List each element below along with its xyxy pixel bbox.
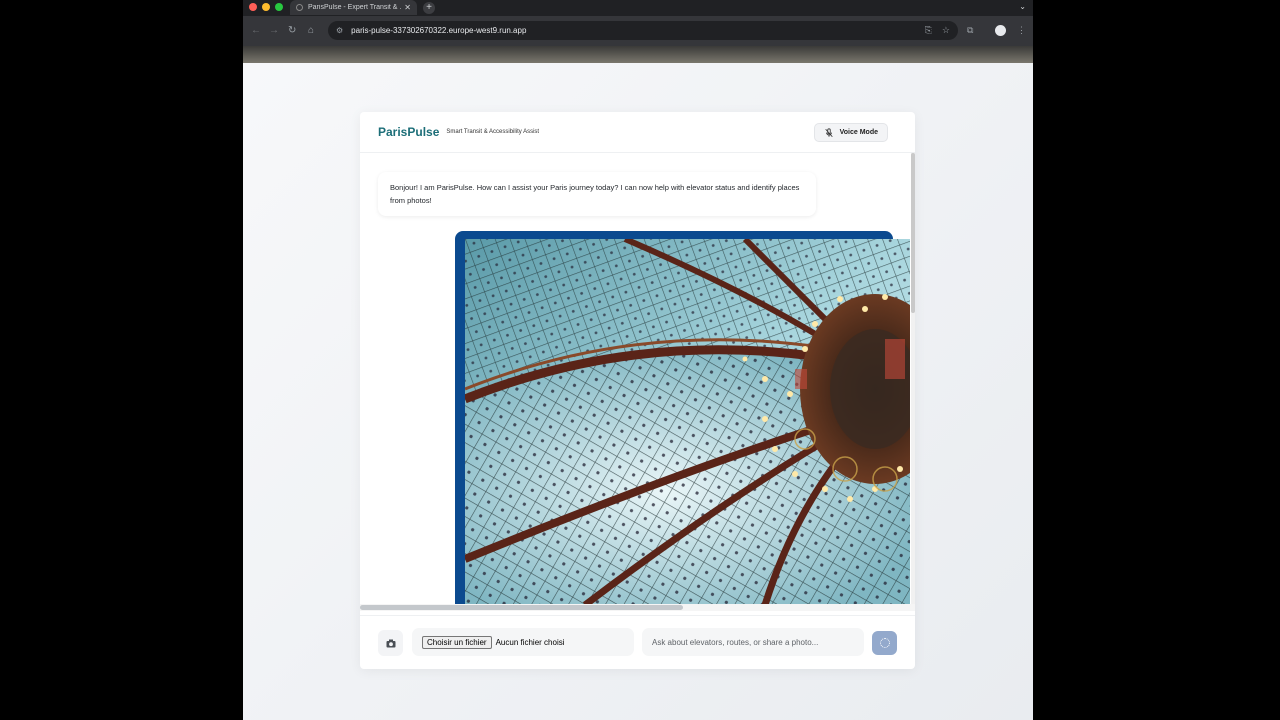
home-icon[interactable]: ⌂ [308,25,314,36]
address-bar[interactable]: ⚙ paris-pulse-337302670322.europe-west9.… [328,21,958,40]
mic-off-icon [824,127,833,137]
camera-icon [386,639,395,647]
loading-spinner-icon [879,638,890,648]
app-logo: ParisPulse [378,125,440,139]
choose-file-button[interactable]: Choisir un fichier [422,635,492,649]
more-menu-icon[interactable]: ⋮ [1017,25,1026,36]
app-header: ParisPulse Smart Transit & Accessibility… [360,112,915,153]
reload-icon[interactable]: ↻ [288,25,296,36]
url-text[interactable]: paris-pulse-337302670322.europe-west9.ru… [351,26,915,35]
tab-close-icon[interactable]: ✕ [404,3,411,12]
browser-tab[interactable]: ParisPulse - Expert Transit & ... ✕ [290,0,417,15]
message-list: Bonjour! I am ParisPulse. How can I assi… [360,153,911,608]
back-icon[interactable]: ← [251,25,261,36]
profile-avatar[interactable] [995,25,1006,36]
bookmark-star-icon[interactable]: ☆ [942,25,950,36]
voice-mode-label: Voice Mode [839,129,878,136]
globe-icon [296,4,303,11]
uploaded-photo [465,239,910,605]
extensions-icon[interactable]: ⧉ [967,25,973,36]
translate-icon[interactable]: ⎘ [925,25,932,36]
assistant-message: Bonjour! I am ParisPulse. How can I assi… [378,172,816,216]
vertical-scrollbar-thumb[interactable] [911,153,915,313]
horizontal-scrollbar[interactable] [360,604,915,611]
chat-app: ParisPulse Smart Transit & Accessibility… [360,112,915,669]
maximize-window-button[interactable] [275,3,283,11]
tab-search-icon[interactable]: ⌄ [1019,2,1026,11]
browser-window: ParisPulse - Expert Transit & ... ✕ + ⌄ … [243,0,1033,720]
close-window-button[interactable] [249,3,257,11]
app-tagline: Smart Transit & Accessibility Assist [446,129,540,135]
browser-toolbar: ← → ↻ ⌂ ⚙ paris-pulse-337302670322.europ… [243,16,1033,46]
camera-button[interactable] [378,630,403,656]
voice-mode-button[interactable]: Voice Mode [813,123,888,142]
file-status-text: Aucun fichier choisi [495,637,565,647]
site-settings-icon[interactable]: ⚙ [336,26,343,35]
tab-title: ParisPulse - Expert Transit & ... [308,4,402,11]
new-tab-button[interactable]: + [423,2,435,14]
message-input[interactable] [642,628,864,656]
file-input[interactable]: Choisir un fichier Aucun fichier choisi [412,628,634,656]
bookmarks-bar [243,46,1033,63]
minimize-window-button[interactable] [262,3,270,11]
page-viewport: ParisPulse Smart Transit & Accessibility… [243,63,1033,720]
forward-icon[interactable]: → [269,25,279,36]
horizontal-scrollbar-thumb[interactable] [360,605,683,610]
composer: Choisir un fichier Aucun fichier choisi [360,615,915,669]
user-message [455,231,910,608]
tab-bar: ParisPulse - Expert Transit & ... ✕ + ⌄ [243,0,1033,16]
send-button[interactable] [872,631,897,655]
vertical-scrollbar[interactable] [911,153,915,608]
